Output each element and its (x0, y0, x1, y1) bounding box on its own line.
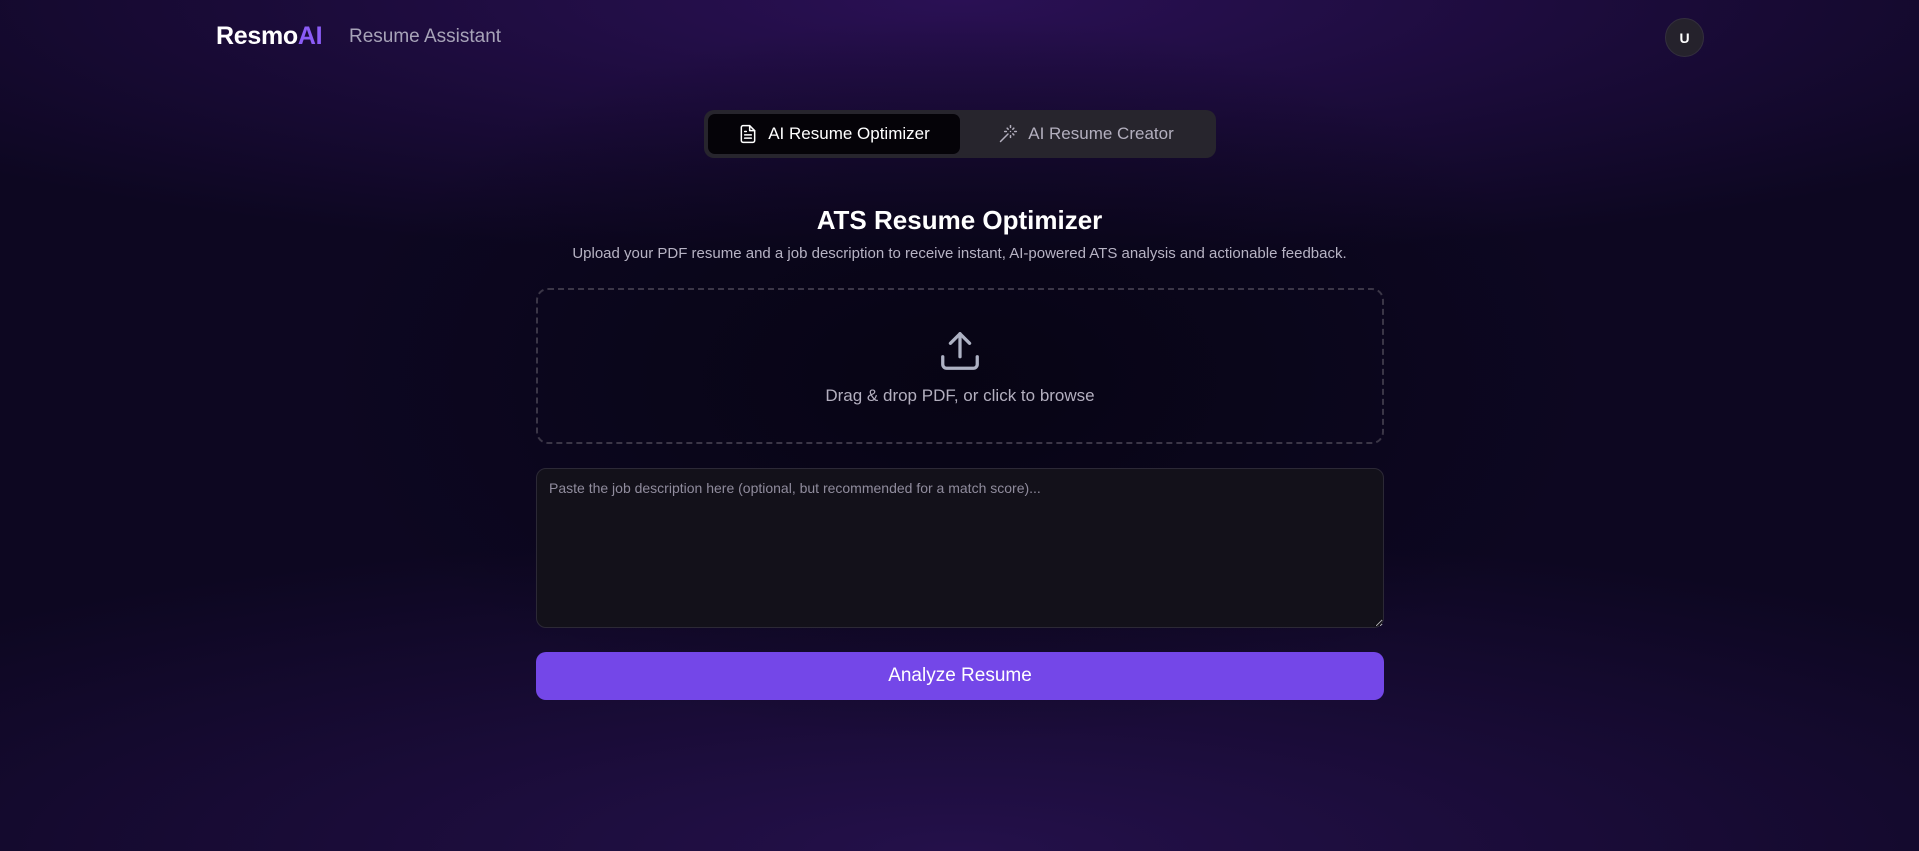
document-icon (740, 124, 756, 144)
tab-label: AI Resume Creator (1028, 124, 1174, 143)
pdf-dropzone[interactable]: Drag & drop PDF, or click to browse (536, 288, 1384, 444)
logo[interactable]: ResmoAI (216, 22, 323, 51)
header: ResmoAI Resume Assistant U (0, 0, 1919, 76)
upload-icon (941, 332, 979, 370)
mode-tabs: AI Resume Optimizer AI Resume Creator (704, 110, 1216, 158)
user-avatar[interactable]: U (1665, 18, 1704, 57)
logo-main: Resmo (216, 22, 298, 50)
app-subtitle: Resume Assistant (349, 26, 502, 47)
page-title: ATS Resume Optimizer (816, 205, 1103, 235)
job-description-input[interactable] (536, 468, 1384, 628)
logo-accent: AI (297, 22, 323, 50)
tab-label: AI Resume Optimizer (768, 124, 930, 143)
page-description: Upload your PDF resume and a job descrip… (572, 245, 1347, 262)
tab-resume-creator[interactable]: AI Resume Creator (960, 114, 1212, 154)
magic-wand-icon (1000, 124, 1018, 143)
dropzone-text: Drag & drop PDF, or click to browse (825, 386, 1095, 405)
analyze-resume-button[interactable]: Analyze Resume (536, 652, 1384, 700)
tab-resume-optimizer[interactable]: AI Resume Optimizer (708, 114, 960, 154)
